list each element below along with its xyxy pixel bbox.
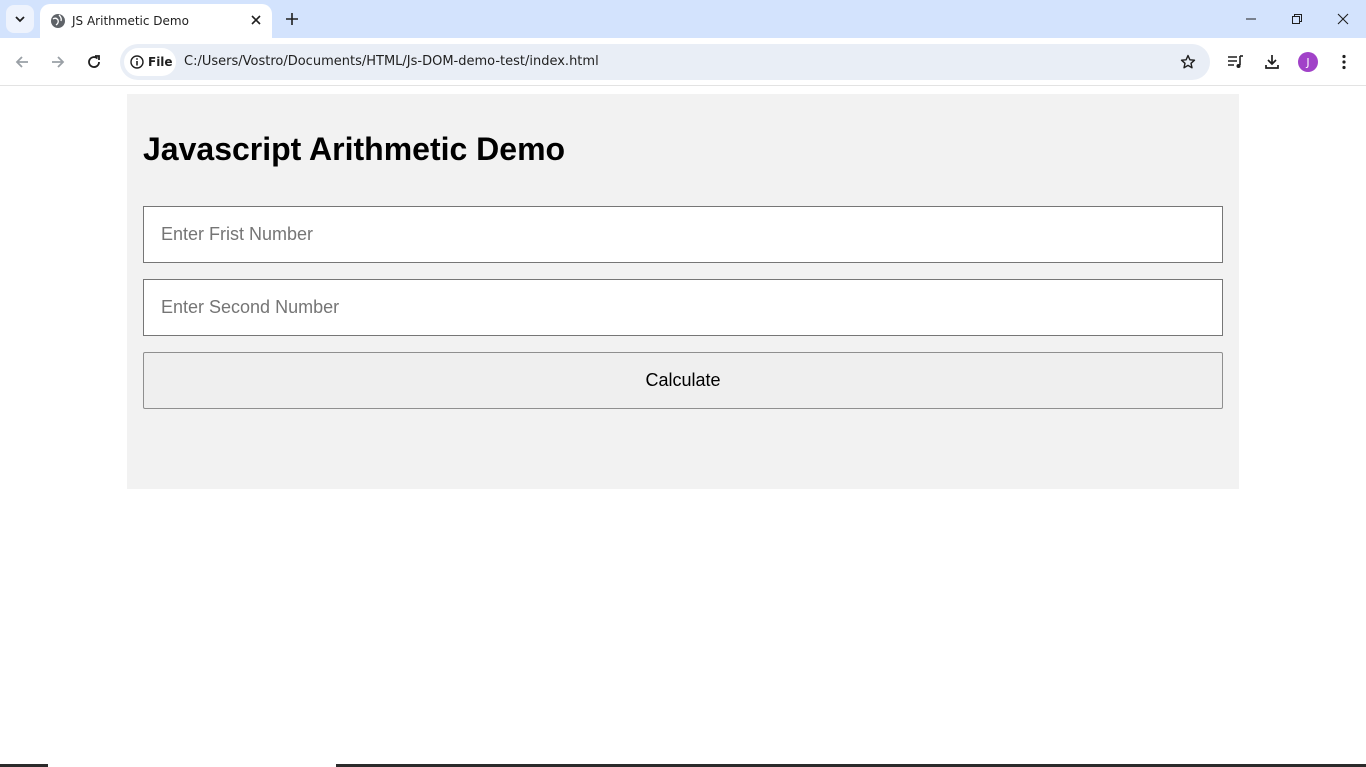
- profile-avatar[interactable]: J: [1298, 52, 1318, 72]
- calculator-container: Javascript Arithmetic Demo Calculate: [127, 94, 1239, 489]
- minimize-icon: [1246, 18, 1256, 20]
- info-icon: [130, 55, 144, 69]
- back-button[interactable]: [6, 46, 38, 78]
- bookmark-button[interactable]: [1176, 50, 1200, 74]
- page-title: Javascript Arithmetic Demo: [143, 131, 566, 167]
- minimize-button[interactable]: [1228, 0, 1274, 38]
- download-icon: [1265, 55, 1279, 69]
- restore-icon: [1292, 14, 1302, 24]
- menu-button[interactable]: [1332, 50, 1356, 74]
- new-tab-button[interactable]: [280, 7, 304, 31]
- profile-initial: J: [1306, 55, 1310, 69]
- browser-toolbar: File C:/Users/Vostro/Documents/HTML/Js-D…: [0, 38, 1366, 86]
- calculate-button[interactable]: Calculate: [143, 352, 1223, 409]
- reload-button[interactable]: [78, 46, 110, 78]
- arrow-right-icon: [52, 56, 65, 68]
- active-tab[interactable]: JS Arithmetic Demo: [40, 4, 272, 38]
- chevron-down-icon: [15, 16, 25, 23]
- star-icon: [1180, 54, 1196, 69]
- url-text[interactable]: C:/Users/Vostro/Documents/HTML/Js-DOM-de…: [184, 54, 599, 70]
- tab-search-button[interactable]: [6, 5, 34, 33]
- arrow-left-icon: [15, 56, 28, 68]
- close-icon: [1337, 13, 1349, 25]
- reload-icon: [88, 55, 100, 68]
- tab-strip: JS Arithmetic Demo: [0, 0, 1366, 38]
- playlist-music-icon: [1228, 55, 1243, 68]
- more-vertical-icon: [1342, 54, 1346, 70]
- restore-button[interactable]: [1274, 0, 1320, 38]
- first-number-input[interactable]: [143, 206, 1223, 263]
- close-icon: [251, 15, 261, 25]
- second-number-input[interactable]: [143, 279, 1223, 336]
- close-tab-button[interactable]: [248, 12, 264, 28]
- close-window-button[interactable]: [1320, 0, 1366, 38]
- forward-button[interactable]: [42, 46, 74, 78]
- site-info-chip[interactable]: File: [124, 48, 176, 76]
- downloads-button[interactable]: [1260, 50, 1284, 74]
- globe-icon: [51, 14, 65, 28]
- tab-title: JS Arithmetic Demo: [72, 14, 189, 28]
- plus-icon: [286, 13, 298, 25]
- site-chip-label: File: [148, 55, 173, 69]
- address-bar[interactable]: File C:/Users/Vostro/Documents/HTML/Js-D…: [120, 44, 1210, 80]
- media-controls-button[interactable]: [1224, 50, 1248, 74]
